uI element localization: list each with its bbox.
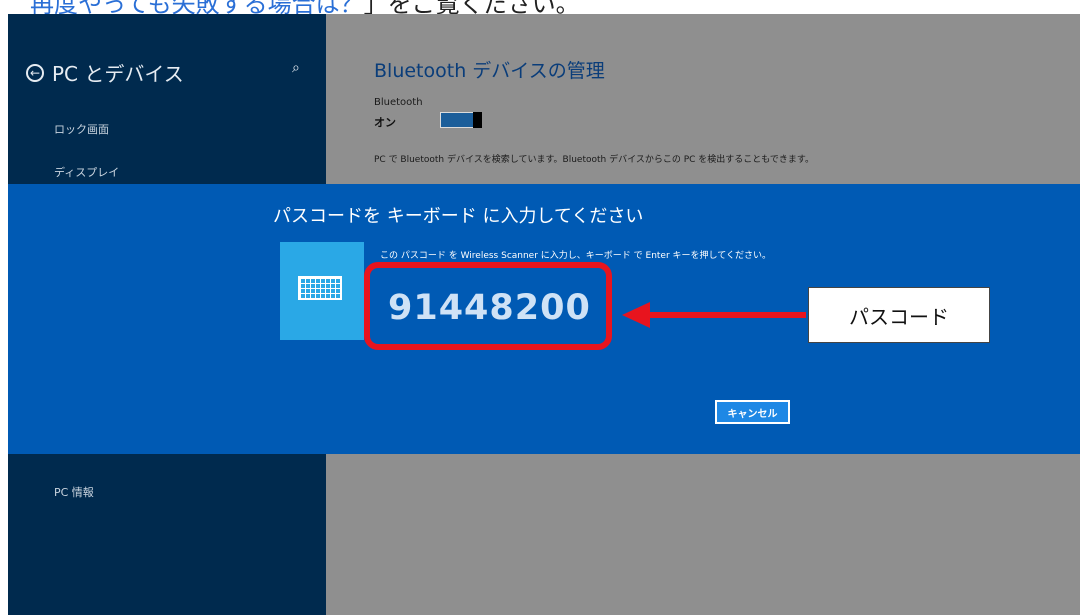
bluetooth-status-text: PC で Bluetooth デバイスを検索しています。Bluetooth デバ… [374,155,815,165]
sidebar-item-pc-info[interactable]: PC 情報 [54,484,94,500]
caption-tail: 」をご覧ください。 [363,0,580,14]
toggle-knob [473,112,482,128]
bluetooth-state: オン [374,116,396,129]
passcode-highlight-box [364,262,612,350]
sidebar-title: PC とデバイス [52,62,184,86]
sidebar-item-display[interactable]: ディスプレイ [54,164,119,180]
dialog-title: パスコードを キーボード に入力してください [273,206,644,227]
keyboard-tile [280,242,364,340]
annotation-arrow-line [648,312,806,318]
search-icon[interactable]: ⌕ [292,60,300,76]
back-arrow-icon[interactable]: ← [26,63,44,82]
help-link[interactable]: 再度やっても失敗する場合は？ [30,0,364,14]
cancel-button[interactable]: キャンセル [715,400,790,424]
page-title: Bluetooth デバイスの管理 [374,60,605,82]
passcode-callout: パスコード [808,287,990,343]
annotation-arrow-head [622,302,650,328]
back-nav[interactable]: ← PC とデバイス [26,58,184,87]
top-caption: 再度やっても失敗する場合は？」をご覧ください。 [30,0,580,14]
dialog-instruction: この パスコード を Wireless Scanner に入力し、キーボード で… [380,251,771,261]
bluetooth-toggle[interactable] [440,112,482,128]
keyboard-icon [298,276,342,300]
passcode-dialog: パスコードを キーボード に入力してください この パスコード を Wirele… [8,184,1080,454]
bluetooth-label: Bluetooth [374,97,423,108]
settings-screen: ← PC とデバイス ⌕ ロック画面 ディスプレイ PC 情報 Bluetoot… [8,14,1080,615]
sidebar-item-lock-screen[interactable]: ロック画面 [54,121,109,137]
